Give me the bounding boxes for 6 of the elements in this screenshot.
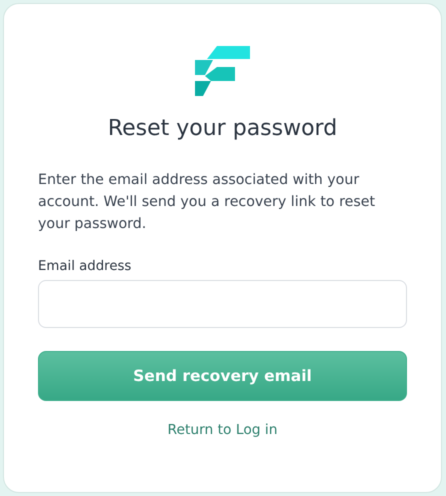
description-text: Enter the email address associated with your account. We'll send you a recovery link to reset your password.	[38, 171, 376, 234]
send-recovery-button[interactable]: Send recovery email	[38, 351, 407, 401]
email-input-field[interactable]	[38, 280, 407, 328]
email-label: Email address	[38, 259, 132, 274]
return-to-login-link[interactable]: Return to Log in	[167, 422, 278, 438]
page-title: Reset your password	[106, 116, 338, 141]
